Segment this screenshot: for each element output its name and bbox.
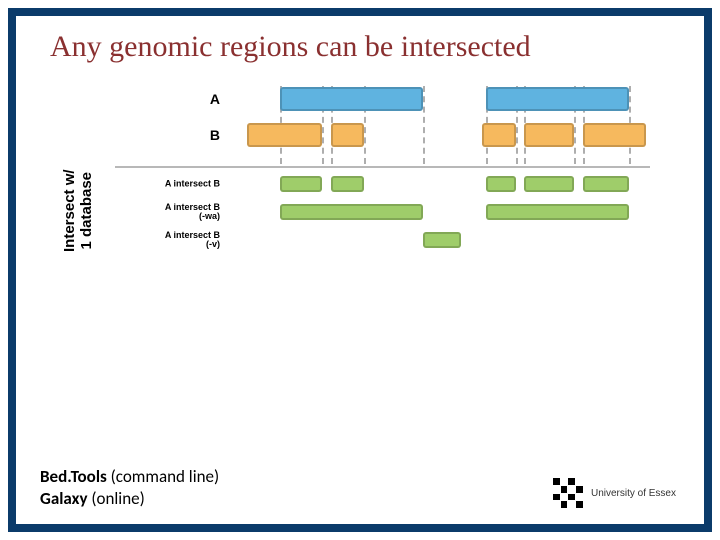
result-region (524, 176, 574, 192)
track-b-label: B (120, 128, 220, 142)
slide-title: Any genomic regions can be intersected (50, 30, 680, 64)
b-region (482, 123, 516, 147)
side-label-line1: Intersect w/ (61, 169, 78, 252)
slide-frame: Any genomic regions can be intersected I… (8, 8, 712, 532)
divider (115, 166, 650, 168)
track-intersect-v: A intersect B (-v) (80, 228, 680, 252)
track-intersect-wa-label: A intersect B (-wa) (120, 203, 220, 221)
result-region (486, 204, 629, 220)
track-intersect-wa: A intersect B (-wa) (80, 200, 680, 224)
track-b-lane (230, 120, 650, 150)
track-intersect-v-lane (230, 228, 650, 252)
university-logo: University of Essex (553, 478, 676, 508)
b-region (247, 123, 323, 147)
b-region (583, 123, 646, 147)
a-region (486, 87, 629, 111)
track-b: B (80, 120, 680, 150)
track-intersect-v-label: A intersect B (-v) (120, 231, 220, 249)
result-region (423, 232, 461, 248)
b-region (524, 123, 574, 147)
logo-mark-icon (553, 478, 583, 508)
track-intersect-label: A intersect B (120, 180, 220, 189)
tool-bedtools: Bed.Tools (command line) (40, 466, 219, 488)
b-region (331, 123, 365, 147)
track-intersect-wa-lane (230, 200, 650, 224)
track-intersect: A intersect B (80, 172, 680, 196)
track-a-lane (230, 84, 650, 114)
result-region (331, 176, 365, 192)
footer-tools: Bed.Tools (command line) Galaxy (online) (40, 466, 219, 510)
tool-galaxy-name: Galaxy (40, 488, 88, 509)
logo-text: University of Essex (591, 488, 676, 499)
track-a: A (80, 84, 680, 114)
result-region (280, 204, 423, 220)
track-intersect-lane (230, 172, 650, 196)
tool-bedtools-name: Bed.Tools (40, 466, 107, 487)
track-a-label: A (120, 92, 220, 106)
intersect-diagram: Intersect w/ 1 database A B (80, 84, 680, 384)
tool-galaxy-desc: (online) (88, 488, 145, 509)
tool-bedtools-desc: (command line) (107, 466, 219, 487)
a-region (280, 87, 423, 111)
result-region (486, 176, 515, 192)
result-region (280, 176, 322, 192)
result-region (583, 176, 629, 192)
tool-galaxy: Galaxy (online) (40, 488, 219, 510)
